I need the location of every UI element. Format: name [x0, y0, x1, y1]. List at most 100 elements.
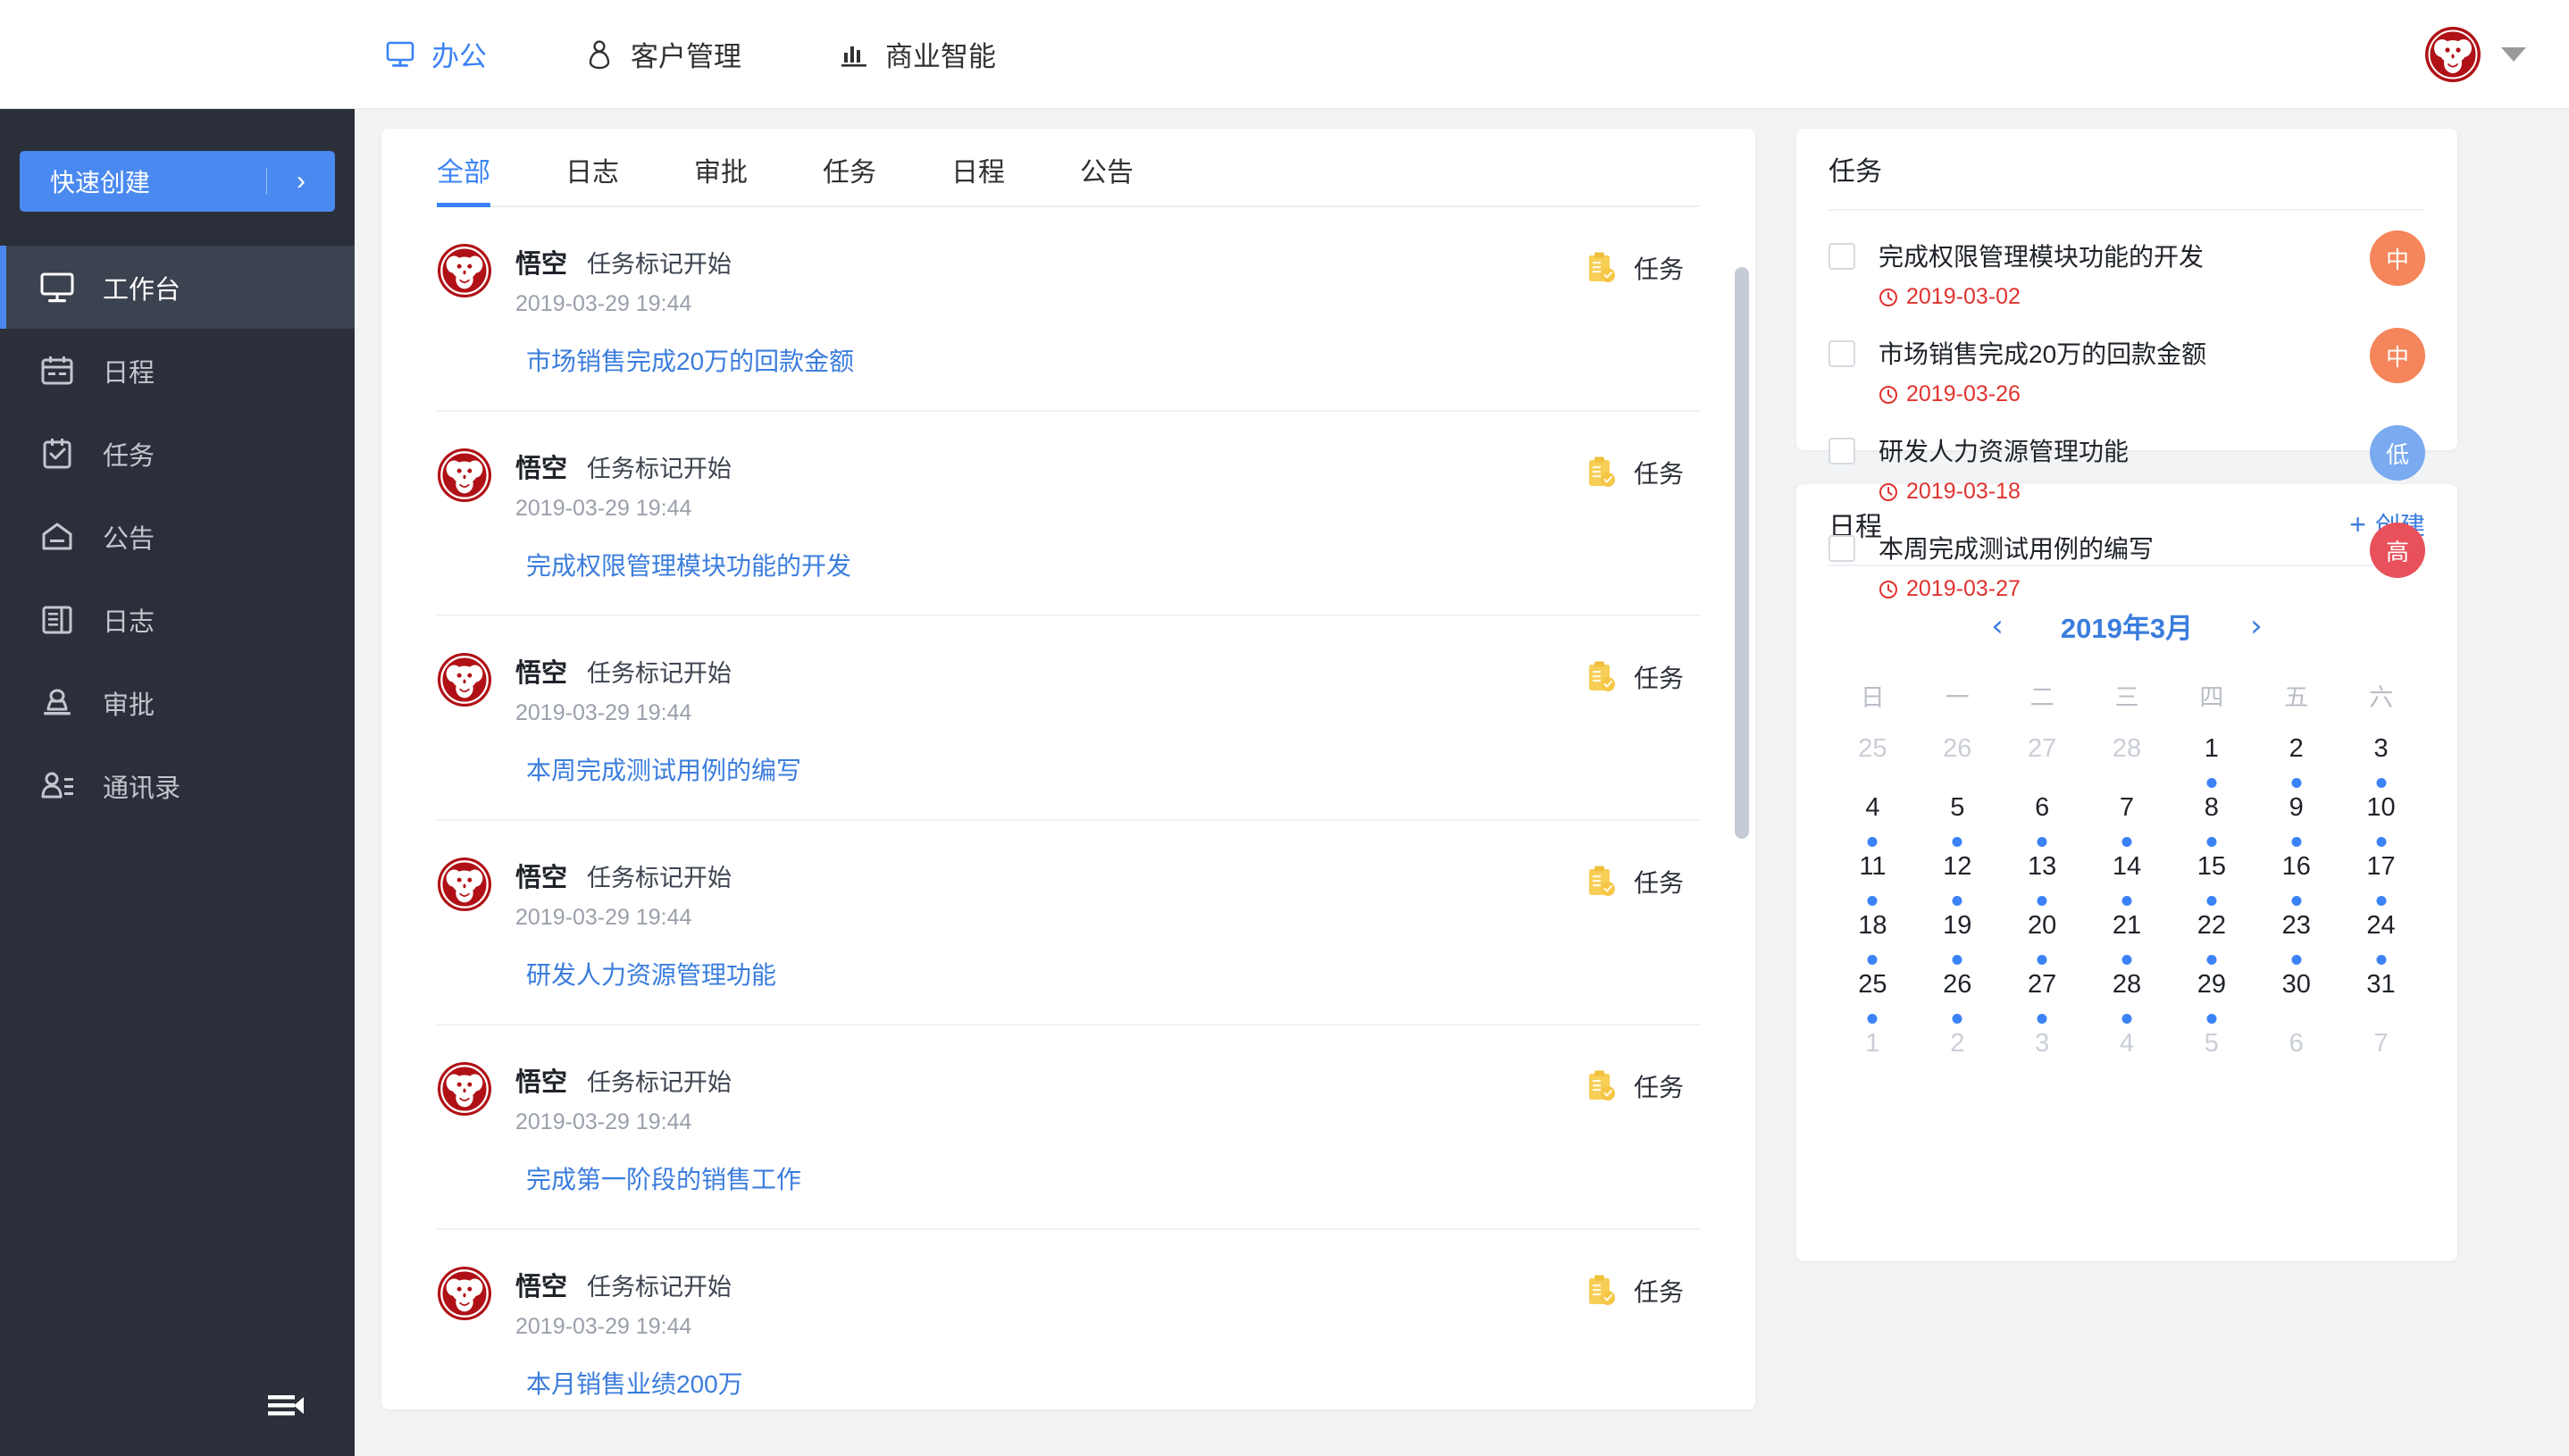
feed-tab-3[interactable]: 任务: [823, 150, 876, 205]
calendar-day[interactable]: 3: [2339, 734, 2423, 793]
calendar-day[interactable]: 10: [2339, 793, 2423, 852]
calendar-day[interactable]: 23: [2254, 911, 2339, 970]
user-menu[interactable]: [2424, 25, 2526, 83]
calendar-day[interactable]: 24: [2339, 911, 2423, 970]
task-checkbox[interactable]: [1828, 438, 1855, 464]
feed-tab-2[interactable]: 审批: [694, 150, 748, 205]
monkey-avatar: [437, 243, 492, 298]
feed-tab-1[interactable]: 日志: [565, 150, 619, 205]
task-due-date: 2019-03-02: [1879, 284, 2425, 310]
calendar-day: 28: [2085, 734, 2170, 793]
calendar-day-number: 10: [2366, 793, 2396, 822]
sidebar-nav: 工作台日程任务 公告 日志 审批 通讯录: [0, 246, 355, 827]
calendar-event-dot: [1952, 1014, 1962, 1024]
topnav-item-label: 办公: [431, 41, 487, 72]
feed-tab-0[interactable]: 全部: [437, 150, 490, 207]
calendar-day[interactable]: 7: [2085, 793, 2170, 852]
calendar-day[interactable]: 2: [2254, 734, 2339, 793]
task-title[interactable]: 完成权限管理模块功能的开发: [1879, 238, 2425, 273]
calendar-day-number: 2: [2289, 734, 2304, 763]
sidebar-item-3[interactable]: 公告: [0, 495, 355, 578]
feed-item-time: 2019-03-29 19:44: [515, 291, 692, 316]
quick-create-arrow-icon[interactable]: ›: [267, 166, 335, 197]
feed-item-link[interactable]: 市场销售完成20万的回款金额: [526, 342, 1700, 378]
calendar-day[interactable]: 21: [2085, 911, 2170, 970]
calendar-day[interactable]: 1: [2169, 734, 2254, 793]
calendar-day[interactable]: 15: [2169, 852, 2254, 911]
monkey-avatar[interactable]: [2424, 25, 2481, 83]
calendar-day-number: 4: [2119, 1029, 2135, 1058]
calendar-day-number: 9: [2289, 793, 2304, 822]
calendar-event-dot: [2037, 1014, 2047, 1024]
sidebar-item-4[interactable]: 日志: [0, 578, 355, 661]
calendar-day: 2: [1915, 1029, 2000, 1088]
calendar-day[interactable]: 16: [2254, 852, 2339, 911]
calendar-prev-icon[interactable]: ‹: [1971, 611, 2023, 641]
sidebar-item-0[interactable]: 工作台: [0, 246, 355, 329]
calendar-day[interactable]: 31: [2339, 970, 2423, 1029]
feed-tab-4[interactable]: 日程: [951, 150, 1005, 205]
sidebar-item-1[interactable]: 日程: [0, 329, 355, 412]
task-icon: [38, 435, 76, 473]
task-title[interactable]: 市场销售完成20万的回款金额: [1879, 335, 2425, 371]
calendar-day[interactable]: 17: [2339, 852, 2423, 911]
calendar-day[interactable]: 14: [2085, 852, 2170, 911]
feed-item-header: 悟空 任务标记开始 2019-03-29 19:44: [437, 1266, 1700, 1340]
calendar-day[interactable]: 11: [1830, 852, 1915, 911]
topnav-item-2[interactable]: 商业智能: [838, 34, 996, 74]
feed-list: 悟空 任务标记开始 2019-03-29 19:44 市场销售完成20万的回款金额 任务…: [381, 207, 1755, 1410]
calendar-day[interactable]: 28: [2085, 970, 2170, 1029]
task-title[interactable]: 本周完成测试用例的编写: [1879, 530, 2425, 565]
sidebar-item-6[interactable]: 通讯录: [0, 744, 355, 827]
feed-item-link[interactable]: 完成权限管理模块功能的开发: [526, 547, 1700, 582]
topnav-item-1[interactable]: 客户管理: [583, 34, 741, 74]
feed-tab-5[interactable]: 公告: [1080, 150, 1134, 205]
calendar-day[interactable]: 27: [2000, 970, 2085, 1029]
calendar-day[interactable]: 6: [2000, 793, 2085, 852]
feed-item-link[interactable]: 本周完成测试用例的编写: [526, 751, 1700, 787]
calendar-day[interactable]: 29: [2169, 970, 2254, 1029]
task-title[interactable]: 研发人力资源管理功能: [1879, 432, 2425, 468]
task-body: 市场销售完成20万的回款金额 2019-03-26: [1879, 335, 2425, 407]
calendar-day[interactable]: 12: [1915, 852, 2000, 911]
calendar-day[interactable]: 5: [1915, 793, 2000, 852]
sidebar-item-label: 日程: [103, 358, 155, 388]
calendar-day[interactable]: 25: [1830, 970, 1915, 1029]
task-checkbox[interactable]: [1828, 535, 1855, 562]
feed-item-line: 悟空 任务标记开始: [515, 243, 1700, 280]
quick-create-button[interactable]: 快速创建 ›: [20, 151, 335, 212]
calendar-day-number: 17: [2366, 852, 2396, 881]
clock-icon: [1879, 482, 1898, 502]
calendar-event-dot: [1867, 837, 1878, 847]
task-checkbox[interactable]: [1828, 340, 1855, 367]
chevron-down-icon[interactable]: [2501, 46, 2526, 62]
sidebar-item-5[interactable]: 审批: [0, 661, 355, 744]
sidebar-item-label: 工作台: [103, 275, 181, 305]
calendar-day[interactable]: 20: [2000, 911, 2085, 970]
calendar-day[interactable]: 13: [2000, 852, 2085, 911]
calendar-next-icon[interactable]: ›: [2230, 611, 2282, 641]
collapse-sidebar-icon[interactable]: [264, 1386, 314, 1424]
calendar-day[interactable]: 22: [2169, 911, 2254, 970]
topnav-item-0[interactable]: 办公: [384, 34, 487, 74]
calendar-day: 7: [2339, 1029, 2423, 1088]
feed-item-link[interactable]: 完成第一阶段的销售工作: [526, 1160, 1700, 1196]
calendar-day-number: 7: [2373, 1029, 2389, 1058]
feed-scrollbar[interactable]: [1735, 267, 1749, 839]
calendar-day-number: 12: [1943, 852, 1972, 881]
calendar-day[interactable]: 8: [2169, 793, 2254, 852]
calendar-event-dot: [1952, 896, 1962, 906]
calendar-day[interactable]: 9: [2254, 793, 2339, 852]
top-bar: 办公 客户管理 商业智能: [0, 0, 2569, 109]
calendar-day-number: 8: [2204, 793, 2219, 822]
calendar-day[interactable]: 18: [1830, 911, 1915, 970]
calendar-event-dot: [2376, 896, 2387, 906]
calendar-day[interactable]: 4: [1830, 793, 1915, 852]
feed-item-link[interactable]: 本月销售业绩200万: [526, 1365, 1700, 1401]
calendar-day[interactable]: 30: [2254, 970, 2339, 1029]
task-checkbox[interactable]: [1828, 243, 1855, 270]
feed-item-link[interactable]: 研发人力资源管理功能: [526, 956, 1700, 992]
calendar-day[interactable]: 26: [1915, 970, 2000, 1029]
sidebar-item-2[interactable]: 任务: [0, 412, 355, 495]
calendar-day[interactable]: 19: [1915, 911, 2000, 970]
